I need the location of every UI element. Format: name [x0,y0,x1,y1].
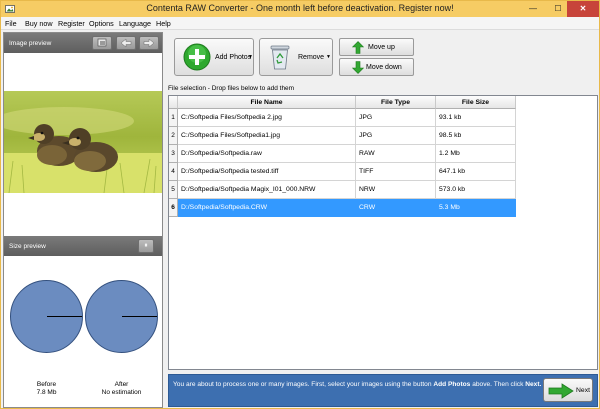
row-number: 3 [169,145,178,163]
menu-file[interactable]: File [5,19,17,28]
file-name-cell: D:/Softpedia/Softpedia.raw [178,145,356,163]
move-down-label: Move down [366,64,402,71]
remove-label: Remove [298,54,325,61]
recycle-bin-icon [270,45,290,70]
file-size-cell: 647.1 kb [436,163,516,181]
menu-help[interactable]: Help [156,19,171,28]
move-up-label: Move up [368,44,395,51]
row-number: 2 [169,127,178,145]
image-preview-header: Image preview [4,33,162,53]
file-size-cell: 5.3 Mb [436,199,516,217]
after-size-chart [85,280,158,353]
menu-language[interactable]: Language [119,19,151,28]
table-row[interactable]: 5 D:/Softpedia/Softpedia Magix_I01_000.N… [169,181,516,199]
before-size-chart [10,280,83,353]
pause-button[interactable]: ⏸ [138,239,154,253]
arrow-left-icon [120,38,132,48]
before-label: Before [36,381,57,388]
row-number: 6 [169,199,178,217]
pause-icon: ⏸ [144,242,148,249]
file-name-cell: C:/Softpedia Files/Softpedia1.jpg [178,127,356,145]
minimize-button[interactable]: — [521,1,545,17]
add-plus-icon [183,43,211,71]
file-table[interactable]: File Name File Type File Size 1 C:/Softp… [168,95,598,370]
next-label: Next [576,387,590,394]
file-name-cell: D:/Softpedia/Softpedia.CRW [178,199,356,217]
image-stack-icon [97,38,107,47]
image-preview-title: Image preview [9,40,52,47]
table-row[interactable]: 3 D:/Softpedia/Softpedia.raw RAW 1.2 Mb [169,145,516,163]
column-header-file-type[interactable]: File Type [356,96,436,109]
menu-register[interactable]: Register [58,19,85,28]
arrow-down-icon [352,61,364,74]
app-window: Contenta RAW Converter - One month left … [0,0,600,409]
after-label: After [114,381,129,388]
table-corner [169,96,178,109]
move-down-button[interactable]: Move down [339,58,414,76]
preview-panel: Image preview Size preview ⏸ Before 7.8 … [3,32,163,408]
image-preview [4,91,162,193]
move-up-button[interactable]: Move up [339,38,414,56]
arrow-right-icon [548,383,574,399]
menu-options[interactable]: Options [89,19,114,28]
instruction-bar: You are about to process one or many ima… [168,374,598,407]
file-size-cell: 98.5 kb [436,127,516,145]
add-photos-dropdown-icon: ▼ [248,54,253,60]
file-type-cell: TIFF [356,163,436,181]
before-value: 7.8 Mb [36,389,57,396]
instruction-text: You are about to process one or many ima… [173,381,542,388]
close-button[interactable]: ✕ [567,1,599,17]
column-header-file-size[interactable]: File Size [436,96,516,109]
add-photos-button[interactable]: Add Photos ▼ [174,38,254,76]
table-row[interactable]: 2 C:/Softpedia Files/Softpedia1.jpg JPG … [169,127,516,145]
file-size-cell: 93.1 kb [436,109,516,127]
arrow-up-icon [352,41,364,54]
title-bar[interactable]: Contenta RAW Converter - One month left … [1,1,599,17]
remove-dropdown-icon: ▼ [326,54,331,60]
before-caption: Before 7.8 Mb [10,381,83,397]
next-image-button[interactable] [139,36,159,50]
row-number: 5 [169,181,178,199]
file-size-cell: 1.2 Mb [436,145,516,163]
rotate-button[interactable] [92,36,112,50]
row-number: 1 [169,109,178,127]
table-row-selected[interactable]: 6 D:/Softpedia/Softpedia.CRW CRW 5.3 Mb [169,199,516,217]
add-photos-label: Add Photos [215,54,252,61]
menu-bar: File Buy now Register Options Language H… [1,17,599,30]
file-type-cell: NRW [356,181,436,199]
menu-buy-now[interactable]: Buy now [25,19,53,28]
file-name-cell: C:/Softpedia Files/Softpedia 2.jpg [178,109,356,127]
file-name-cell: D:/Softpedia/Softpedia tested.tiff [178,163,356,181]
table-row[interactable]: 1 C:/Softpedia Files/Softpedia 2.jpg JPG… [169,109,516,127]
column-header-file-name[interactable]: File Name [178,96,356,109]
after-caption: After No estimation [85,381,158,397]
next-button[interactable]: Next [543,378,593,402]
file-type-cell: JPG [356,127,436,145]
file-name-cell: D:/Softpedia/Softpedia Magix_I01_000.NRW [178,181,356,199]
remove-button[interactable]: Remove ▼ [259,38,333,76]
file-type-cell: CRW [356,199,436,217]
row-number: 4 [169,163,178,181]
file-selection-label: File selection - Drop files below to add… [168,85,295,92]
file-type-cell: JPG [356,109,436,127]
previous-button[interactable] [116,36,136,50]
size-preview-header: Size preview ⏸ [4,236,162,256]
table-row[interactable]: 4 D:/Softpedia/Softpedia tested.tiff TIF… [169,163,516,181]
window-title: Contenta RAW Converter - One month left … [146,3,454,13]
arrow-right-icon [143,38,155,48]
file-size-cell: 573.0 kb [436,181,516,199]
after-value: No estimation [101,389,142,396]
file-type-cell: RAW [356,145,436,163]
size-preview-title: Size preview [9,243,46,250]
